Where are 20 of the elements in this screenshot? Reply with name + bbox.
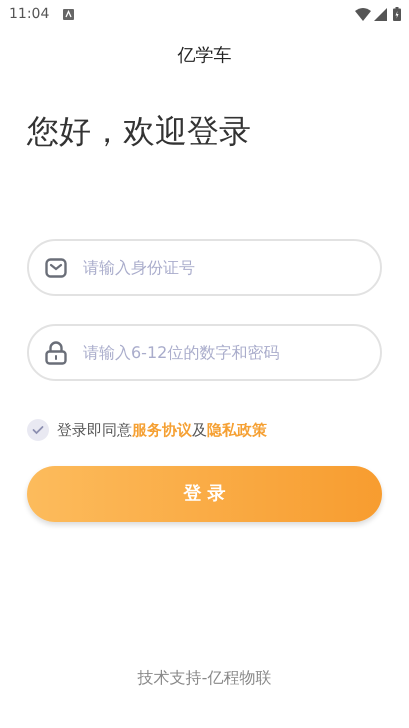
- lock-icon: [45, 340, 67, 364]
- agreement-link[interactable]: 服务协议: [132, 421, 192, 439]
- id-card-icon: [45, 256, 67, 278]
- greeting-heading: 您好，欢迎登录: [27, 111, 252, 152]
- notification-icon: [63, 8, 74, 20]
- battery-icon: [393, 7, 401, 21]
- app-title: 亿学车: [176, 44, 232, 68]
- login-button[interactable]: 登 录: [27, 466, 382, 522]
- id-number-input[interactable]: 请输入身份证号: [81, 254, 364, 280]
- agreement-link[interactable]: 隐私政策: [207, 421, 267, 439]
- status-time: 11:04: [9, 4, 50, 24]
- footer-text: 技术支持-亿程物联: [136, 667, 272, 689]
- password-field[interactable]: 请输入6-12位的数字和密码: [27, 324, 382, 381]
- agreement-checkbox[interactable]: [27, 419, 49, 442]
- check-icon: [32, 425, 44, 436]
- password-input[interactable]: 请输入6-12位的数字和密码: [81, 340, 364, 366]
- wifi-icon: [355, 8, 371, 20]
- agreement-text: 登录即同意服务协议及隐私政策: [57, 420, 267, 441]
- id-number-field[interactable]: 请输入身份证号: [27, 239, 382, 296]
- signal-icon: [374, 8, 387, 20]
